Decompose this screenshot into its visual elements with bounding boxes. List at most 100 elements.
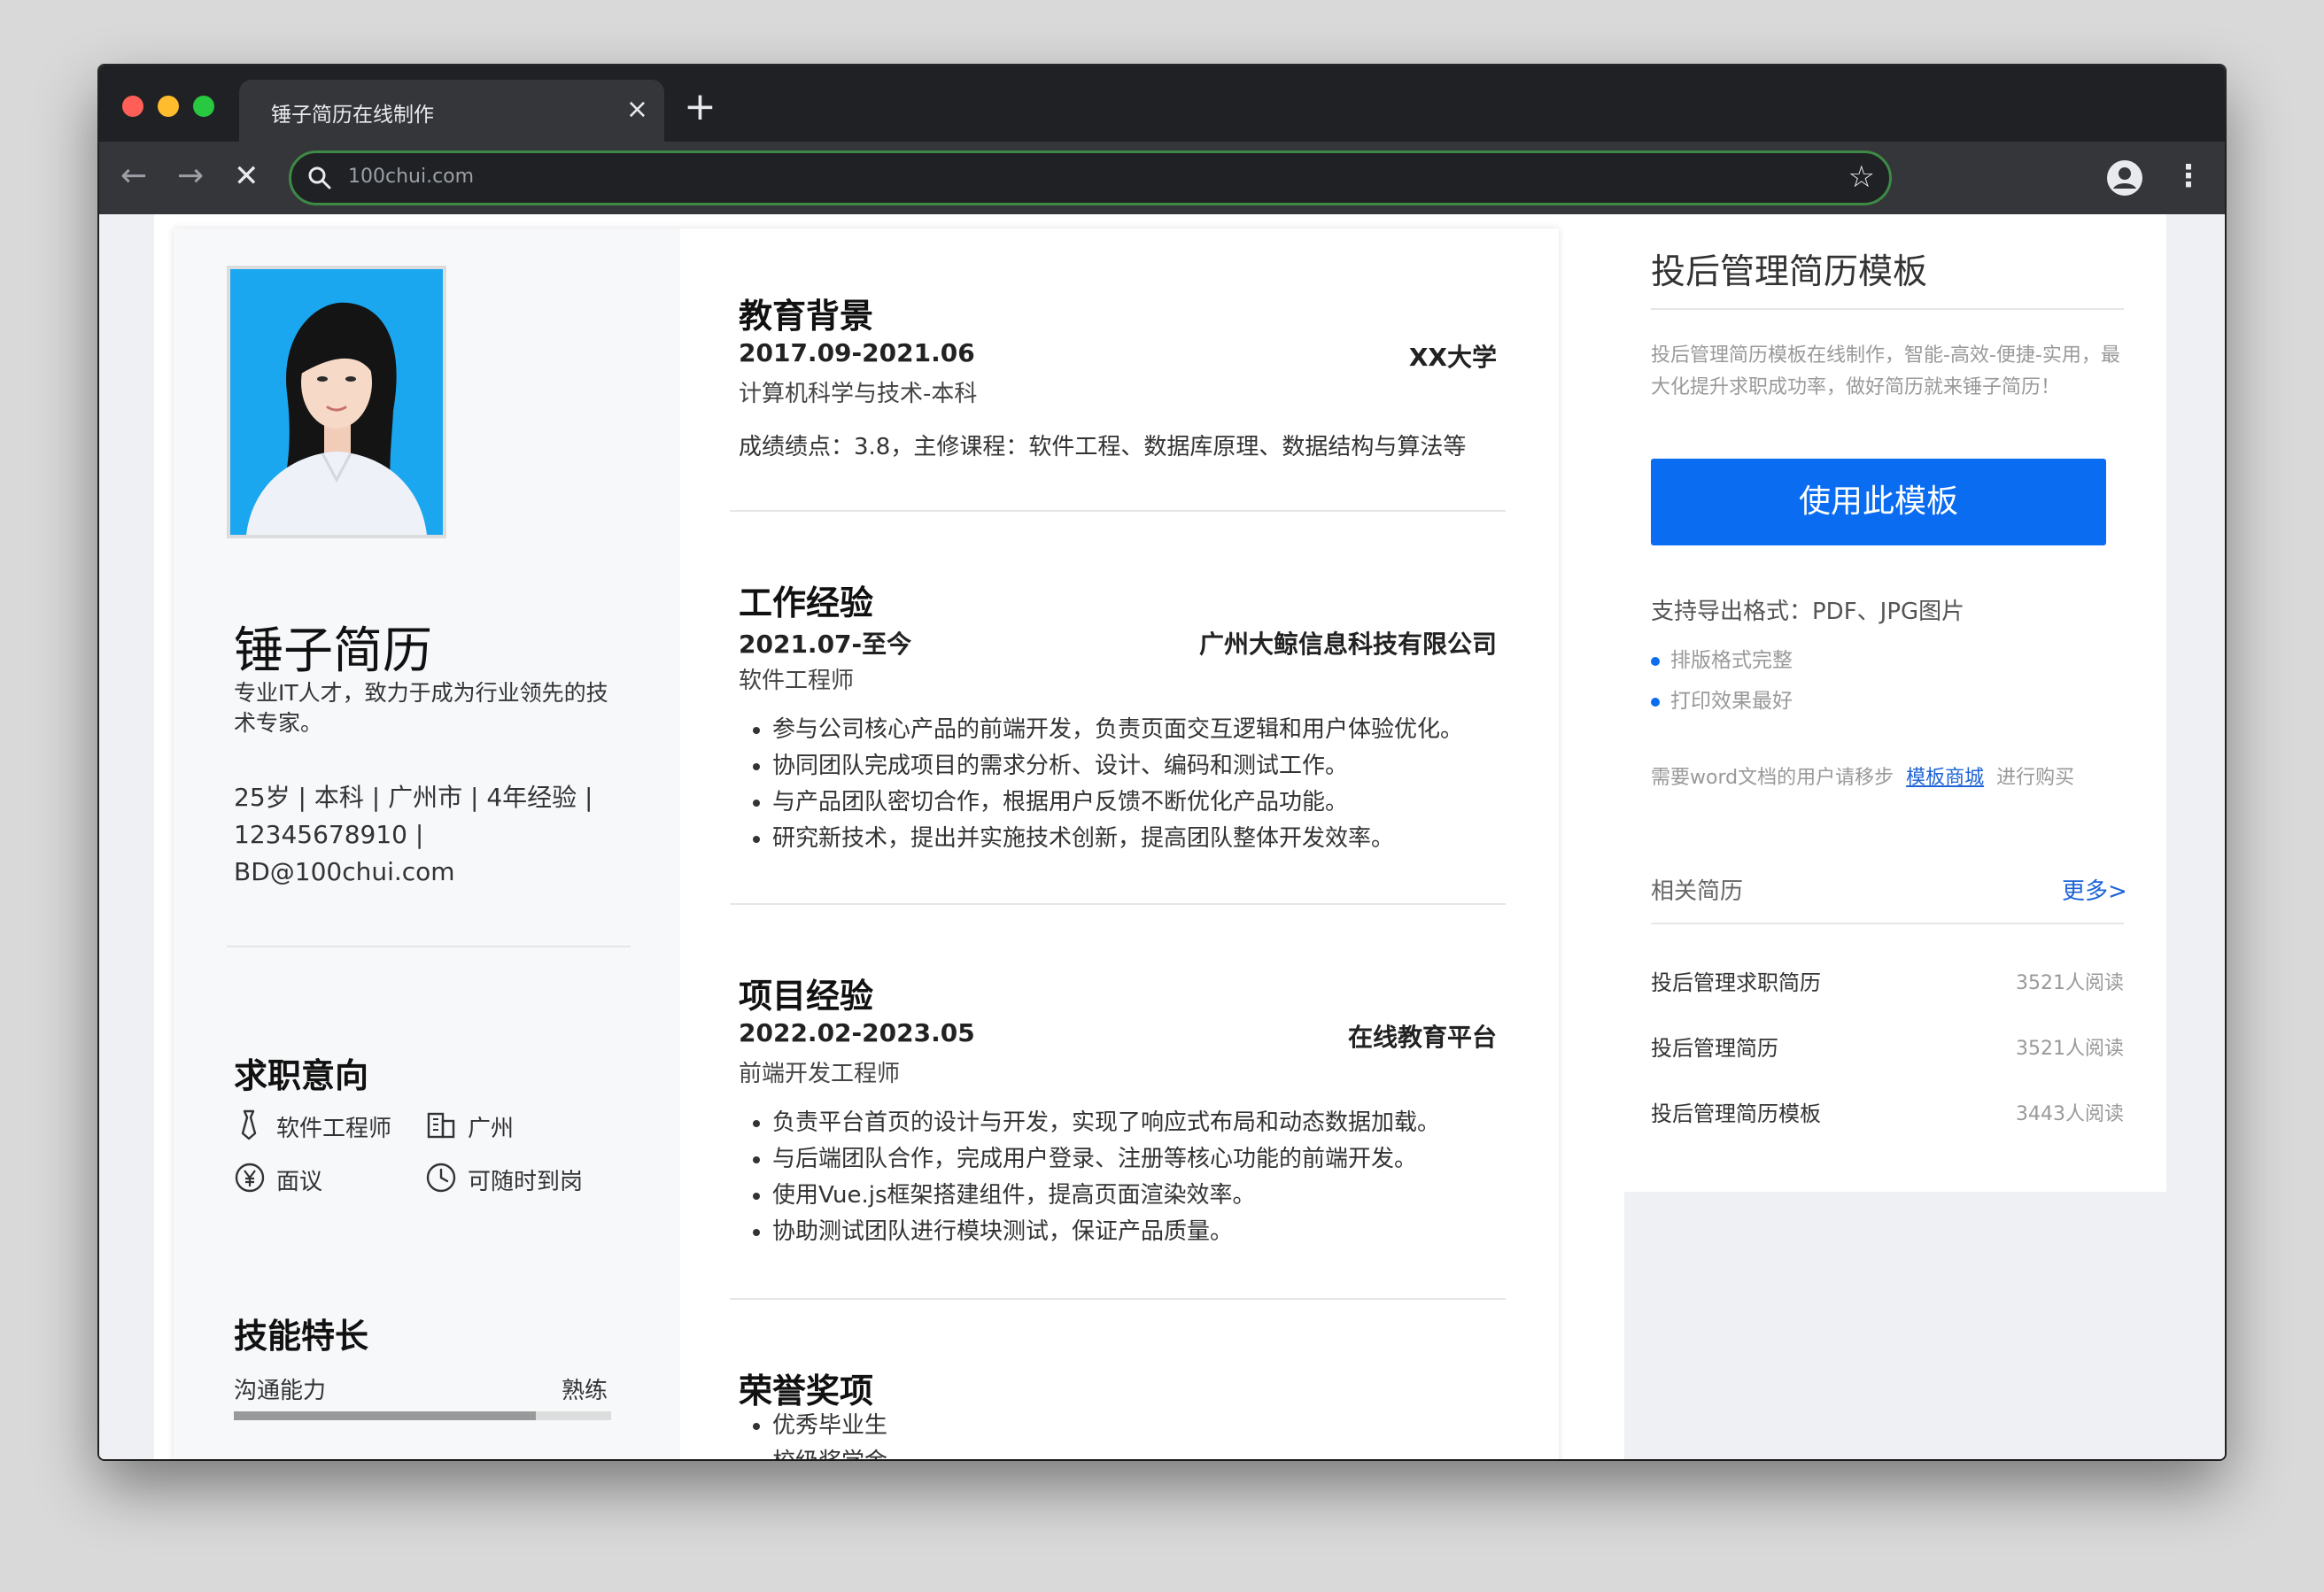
skill-name: 沟通能力: [234, 1378, 327, 1404]
basic-info: 25岁 | 本科 | 广州市 | 4年经验 | 12345678910 | BD…: [234, 779, 624, 891]
related-item-count: 3521人阅读: [2016, 1038, 2124, 1060]
related-item-name[interactable]: 投后管理简历: [1651, 1031, 1778, 1062]
project-heading: 项目经验: [739, 977, 874, 1016]
resume-name: 锤子简历: [234, 622, 432, 680]
project-section: 项目经验 2022.02-2023.05 在线教育平台 前端开发工程师 负责平台…: [739, 969, 1497, 1261]
feature-item: 排版格式完整: [1651, 643, 1793, 673]
tab-bar: 锤子简历在线制作 × +: [99, 66, 2225, 142]
work-bullets: 参与公司核心产品的前端开发，负责页面交互逻辑和用户体验优化。 协同团队完成项目的…: [739, 712, 1463, 857]
skill-progress-fill: [234, 1411, 536, 1420]
project-org: 在线教育平台: [1347, 1023, 1497, 1052]
use-template-button[interactable]: 使用此模板: [1651, 459, 2106, 545]
project-date: 2022.02-2023.05: [739, 1018, 975, 1047]
education-detail: 成绩绩点：3.8，主修课程：软件工程、数据库原理、数据结构与算法等: [739, 434, 1467, 460]
template-store-link[interactable]: 模板商城: [1906, 767, 1984, 789]
close-window-button[interactable]: [122, 96, 143, 117]
more-link[interactable]: 更多>: [2062, 873, 2127, 906]
list-item: 优秀毕业生: [772, 1408, 887, 1444]
browser-tab[interactable]: 锤子简历在线制作 ×: [239, 80, 664, 142]
sidebar-title: 投后管理简历模板: [1651, 252, 1928, 292]
intent-city-text: 广州: [468, 1116, 515, 1142]
maximize-window-button[interactable]: [193, 96, 214, 117]
education-school: XX大学: [1408, 343, 1497, 372]
profile-photo: [227, 266, 446, 538]
intent-salary-text: 面议: [276, 1169, 323, 1195]
bullet-dot-icon: [1651, 697, 1660, 707]
bookmark-star-icon[interactable]: ☆: [1848, 159, 1875, 195]
resume-tagline: 专业IT人才，致力于成为行业领先的技术专家。: [234, 680, 608, 736]
section-divider: [730, 1298, 1506, 1300]
education-heading: 教育背景: [739, 297, 874, 336]
sidebar-divider: [1651, 308, 2124, 310]
education-major: 计算机科学与技术-本科: [739, 381, 978, 407]
clock-icon: [426, 1163, 456, 1193]
resume-right-column: 教育背景 2017.09-2021.06 XX大学 计算机科学与技术-本科 成绩…: [680, 228, 1559, 1459]
building-icon: [427, 1112, 455, 1139]
related-item[interactable]: 投后管理简历 3521人阅读: [1651, 1031, 2124, 1066]
list-item: 负责平台首页的设计与开发，实现了响应式布局和动态数据加载。: [772, 1105, 1440, 1141]
yen-icon: [235, 1163, 265, 1193]
browser-toolbar: ← → ✕ 100chui.com ☆ ⋮: [99, 142, 2225, 214]
list-item: 协同团队完成项目的需求分析、设计、编码和测试工作。: [772, 748, 1463, 784]
forward-icon[interactable]: →: [177, 156, 204, 197]
related-heading: 相关简历: [1651, 878, 1744, 905]
related-item-count: 3521人阅读: [2016, 972, 2124, 994]
feature-text: 打印效果最好: [1670, 690, 1793, 713]
tie-icon: [241, 1109, 257, 1140]
left-divider: [227, 946, 631, 947]
minimize-window-button[interactable]: [158, 96, 179, 117]
work-section: 工作经验 2021.07-至今 广州大鲸信息科技有限公司 软件工程师 参与公司核…: [739, 576, 1497, 868]
feature-text: 排版格式完整: [1670, 649, 1793, 672]
intent-heading: 求职意向: [234, 1056, 369, 1095]
work-date: 2021.07-至今: [739, 630, 912, 659]
resume-card: 锤子简历 专业IT人才，致力于成为行业领先的技术专家。 25岁 | 本科 | 广…: [174, 228, 1559, 1459]
list-item: 使用Vue.js框架搭建组件，提高页面渲染效率。: [772, 1178, 1440, 1214]
work-company: 广州大鲸信息科技有限公司: [1198, 630, 1497, 659]
list-item: 与产品团队密切合作，根据用户反馈不断优化产品功能。: [772, 784, 1463, 821]
related-item[interactable]: 投后管理简历模板 3443人阅读: [1651, 1096, 2124, 1132]
address-bar[interactable]: 100chui.com ☆: [289, 151, 1892, 205]
tab-title: 锤子简历在线制作: [271, 104, 434, 127]
feature-item: 打印效果最好: [1651, 684, 1793, 714]
related-item-name[interactable]: 投后管理简历模板: [1651, 1096, 1821, 1127]
list-item: 研究新技术，提出并实施技术创新，提高团队整体开发效率。: [772, 821, 1463, 857]
skill-level: 熟练: [562, 1378, 608, 1404]
skills-heading: 技能特长: [234, 1317, 369, 1356]
skill-progress-bar: [234, 1411, 611, 1420]
bullet-dot-icon: [1651, 656, 1660, 666]
project-role: 前端开发工程师: [739, 1061, 901, 1087]
sidebar-divider: [1651, 923, 2124, 924]
note-prefix: 需要word文档的用户请移步: [1651, 767, 1894, 789]
intent-position-text: 软件工程师: [276, 1116, 392, 1142]
related-item-count: 3443人阅读: [2016, 1103, 2124, 1125]
note-suffix: 进行购买: [1996, 767, 2075, 789]
browser-menu-icon[interactable]: ⋮: [2173, 154, 2204, 198]
info-line: BD@100chui.com: [234, 857, 455, 886]
intent-availability-text: 可随时到岗: [468, 1169, 584, 1195]
section-divider: [730, 510, 1506, 512]
education-date: 2017.09-2021.06: [739, 338, 975, 367]
related-item[interactable]: 投后管理求职简历 3521人阅读: [1651, 965, 2124, 1001]
browser-window: 锤子简历在线制作 × + ← → ✕ 100chui.com ☆ ⋮ 锤子简历 …: [99, 66, 2225, 1459]
work-heading: 工作经验: [739, 583, 874, 622]
list-item: 参与公司核心产品的前端开发，负责页面交互逻辑和用户体验优化。: [772, 712, 1463, 748]
list-item: 与后端团队合作，完成用户登录、注册等核心功能的前端开发。: [772, 1141, 1440, 1178]
word-format-note: 需要word文档的用户请移步 模板商城 进行购买: [1651, 761, 2074, 790]
url-text[interactable]: 100chui.com: [348, 166, 474, 188]
section-divider: [730, 903, 1506, 905]
honors-bullets: 优秀毕业生 校级奖学金: [739, 1408, 887, 1459]
search-icon: [308, 166, 331, 189]
resume-left-column: 锤子简历 专业IT人才，致力于成为行业领先的技术专家。 25岁 | 本科 | 广…: [174, 228, 680, 1459]
honors-heading: 荣誉奖项: [739, 1372, 874, 1410]
back-icon[interactable]: ←: [120, 156, 147, 197]
work-role: 软件工程师: [739, 668, 855, 694]
profile-icon[interactable]: [2106, 159, 2143, 197]
template-sidebar: 投后管理简历模板 投后管理简历模板在线制作，智能-高效-便捷-实用，最大化提升求…: [1608, 214, 2166, 1192]
stop-loading-icon[interactable]: ✕: [234, 156, 260, 197]
related-item-name[interactable]: 投后管理求职简历: [1651, 965, 1821, 996]
sidebar-description: 投后管理简历模板在线制作，智能-高效-便捷-实用，最大化提升求职成功率，做好简历…: [1651, 344, 2120, 398]
new-tab-button[interactable]: +: [684, 85, 717, 129]
page-viewport: 锤子简历 专业IT人才，致力于成为行业领先的技术专家。 25岁 | 本科 | 广…: [99, 214, 2225, 1459]
portrait-image: [230, 269, 443, 535]
tab-close-icon[interactable]: ×: [626, 92, 648, 128]
